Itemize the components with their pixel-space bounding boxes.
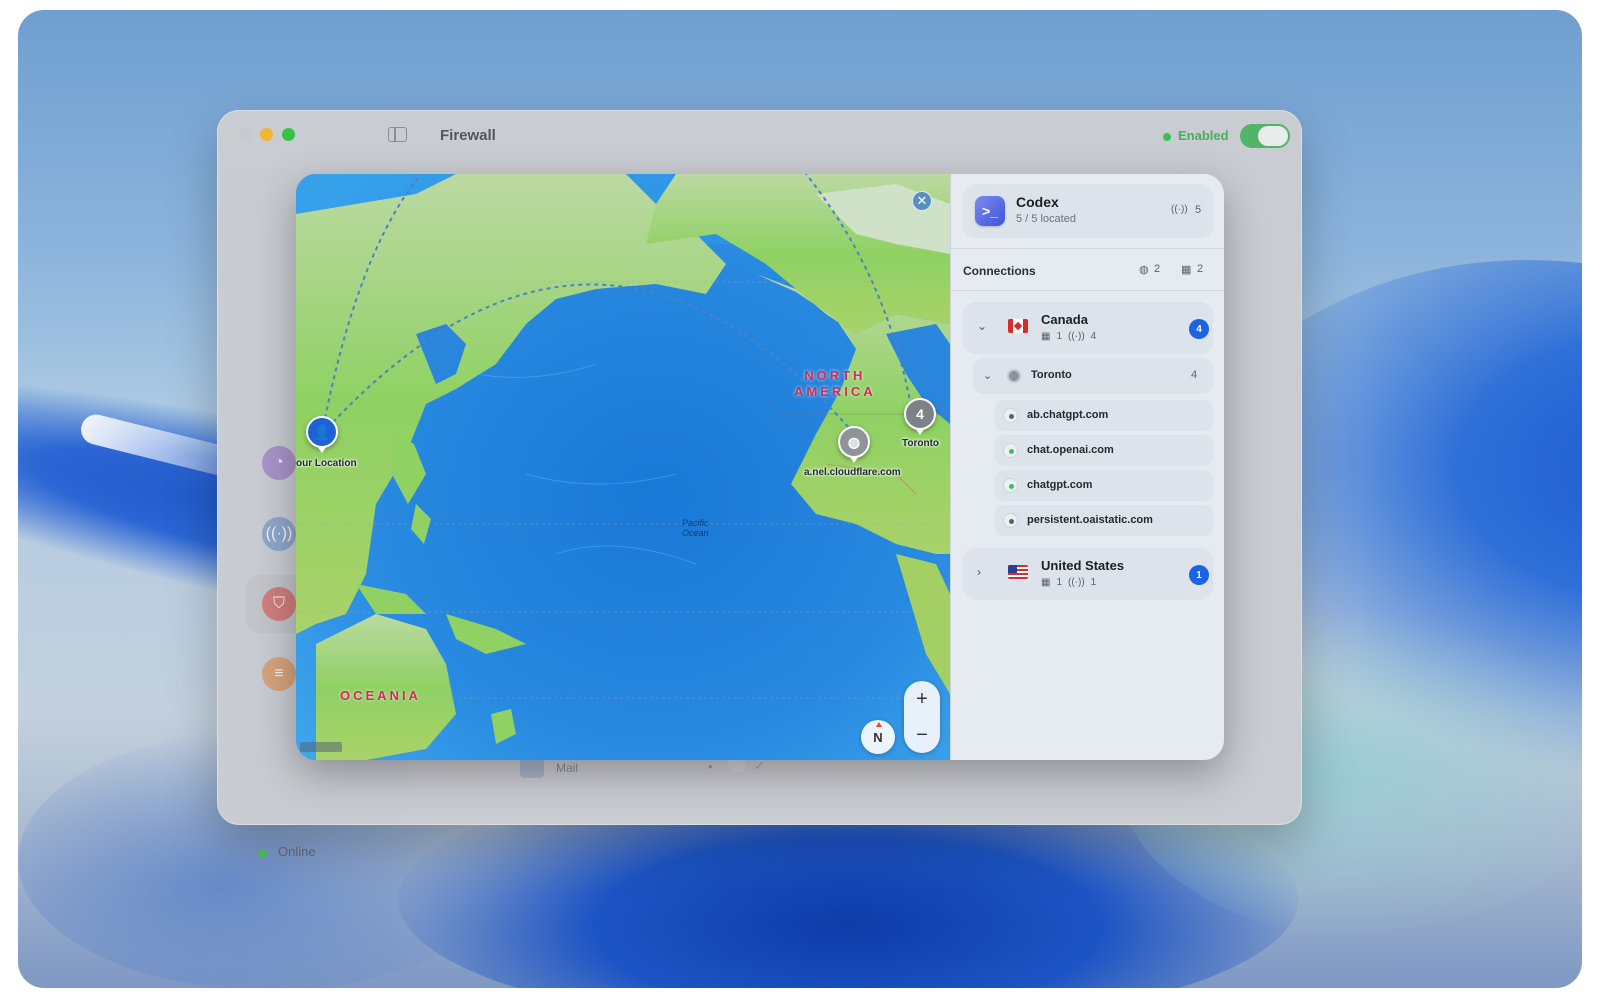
- globe-icon: ◍: [1139, 264, 1149, 276]
- canada-flag-icon: [1008, 319, 1028, 333]
- host-row[interactable]: chat.openai.com: [995, 435, 1213, 466]
- host-row[interactable]: ab.chatgpt.com: [995, 400, 1213, 431]
- cluster-count: 4: [916, 406, 924, 422]
- country-meta: ▦ 1 ((·)) 4: [1041, 331, 1096, 342]
- gauge-icon[interactable]: ◔: [262, 446, 296, 480]
- status-dot-icon: [1003, 408, 1018, 423]
- city-count: 4: [1191, 369, 1198, 381]
- chevron-down-icon[interactable]: ⌄: [977, 319, 987, 333]
- host-row[interactable]: persistent.oaistatic.com: [995, 505, 1213, 536]
- map-attribution-logo: [300, 742, 342, 752]
- compass-button[interactable]: N: [861, 720, 895, 754]
- chevron-down-icon[interactable]: ⌄: [983, 369, 992, 382]
- region-label-oceania: OCEANIA: [340, 688, 421, 703]
- window-title: Firewall: [440, 127, 496, 144]
- zoom-in-button[interactable]: +: [904, 681, 940, 717]
- antenna-icon: ((·)): [1068, 577, 1085, 588]
- status-dot-icon: [1003, 513, 1018, 528]
- close-window-button[interactable]: [240, 128, 253, 141]
- host-name: chat.openai.com: [1027, 444, 1114, 456]
- checkmark-icon: ✓: [754, 758, 765, 773]
- app-located-count: 5 / 5 located: [1016, 213, 1076, 225]
- us-flag-icon: [1008, 565, 1028, 579]
- dot-icon: •: [708, 759, 713, 774]
- building-icon: ▦: [1041, 331, 1051, 342]
- building-count: 1: [1056, 577, 1063, 588]
- person-icon: 👤: [313, 423, 331, 440]
- sidebar-toggle-icon[interactable]: [388, 127, 407, 142]
- status-dot-icon: [1003, 478, 1018, 493]
- codex-app-icon: >_: [975, 196, 1005, 226]
- status-dot: [1163, 133, 1171, 141]
- toronto-cluster-pin[interactable]: 4: [904, 398, 936, 435]
- host-name: chatgpt.com: [1027, 479, 1093, 491]
- user-location-pin[interactable]: 👤: [306, 416, 338, 453]
- connection-count: 4: [1090, 331, 1097, 342]
- globe-count: 2: [1154, 263, 1161, 275]
- host-name: persistent.oaistatic.com: [1027, 514, 1153, 526]
- app-connection-count: 5: [1195, 204, 1202, 216]
- sliders-icon[interactable]: ≡: [262, 657, 296, 691]
- building-icon: ▦: [1041, 577, 1051, 588]
- zoom-control: + −: [904, 681, 940, 753]
- antenna-icon[interactable]: ((·)): [262, 517, 296, 551]
- host-row[interactable]: chatgpt.com: [995, 470, 1213, 501]
- city-icon: [1007, 369, 1021, 383]
- zoom-out-button[interactable]: −: [904, 717, 940, 753]
- count-badge: 4: [1189, 319, 1209, 339]
- firewall-toggle[interactable]: [1240, 124, 1290, 148]
- region-label-north-america: NORTH AMERICA: [794, 368, 876, 399]
- pin-label-user-location: our Location: [296, 458, 357, 469]
- cloudflare-pin[interactable]: ◍: [838, 426, 870, 463]
- online-status-dot: [258, 849, 267, 858]
- antenna-icon: ((·)): [1171, 204, 1188, 215]
- host-name: ab.chatgpt.com: [1027, 409, 1109, 421]
- country-row-canada[interactable]: ⌄ Canada ▦ 1 ((·)) 4 4: [963, 302, 1213, 354]
- compass-label: N: [873, 729, 883, 745]
- country-row-united-states[interactable]: › United States ▦ 1 ((·)) 1 1: [963, 548, 1213, 600]
- country-meta: ▦ 1 ((·)) 1: [1041, 577, 1096, 588]
- mail-app-icon: [520, 758, 544, 778]
- city-row-toronto[interactable]: ⌄ Toronto 4: [973, 358, 1213, 394]
- country-name: United States: [1041, 558, 1125, 573]
- world-map[interactable]: NORTH AMERICA OCEANIA Pacific Ocean 👤 our …: [296, 174, 950, 760]
- city-name: Toronto: [1031, 369, 1072, 381]
- building-count: 2: [1197, 263, 1204, 275]
- shield-icon[interactable]: ⛉: [262, 587, 296, 621]
- connections-title: Connections: [963, 264, 1036, 278]
- connections-map-modal: NORTH AMERICA OCEANIA Pacific Ocean 👤 our …: [296, 174, 1224, 760]
- minimize-window-button[interactable]: [260, 128, 273, 141]
- connection-count: 1: [1090, 577, 1097, 588]
- pin-label-toronto: Toronto: [902, 438, 940, 449]
- app-card: >_ Codex 5 / 5 located ((·)) 5: [963, 184, 1213, 238]
- list-row-label: Mail: [556, 761, 579, 775]
- count-badge: 1: [1189, 565, 1209, 585]
- connections-panel: >_ Codex 5 / 5 located ((·)) 5 Connectio…: [950, 174, 1224, 760]
- globe-icon: ◍: [847, 433, 861, 450]
- country-name: Canada: [1041, 312, 1088, 327]
- building-count: 1: [1056, 331, 1063, 342]
- chevron-right-icon[interactable]: ›: [977, 565, 981, 579]
- status-label: Enabled: [1178, 128, 1229, 143]
- online-status-label: Online: [278, 844, 316, 859]
- divider: [951, 290, 1224, 291]
- status-dot-icon: [1003, 443, 1018, 458]
- pin-label-cloudflare: a.nel.cloudflare.com: [804, 467, 901, 478]
- antenna-icon: ((·)): [1068, 331, 1085, 342]
- zoom-window-button[interactable]: [282, 128, 295, 141]
- divider: [951, 248, 1224, 249]
- close-icon[interactable]: ✕: [912, 191, 932, 211]
- app-name: Codex: [1016, 194, 1059, 210]
- building-icon: ▦: [1181, 264, 1192, 276]
- ocean-label: Pacific Ocean: [682, 518, 709, 538]
